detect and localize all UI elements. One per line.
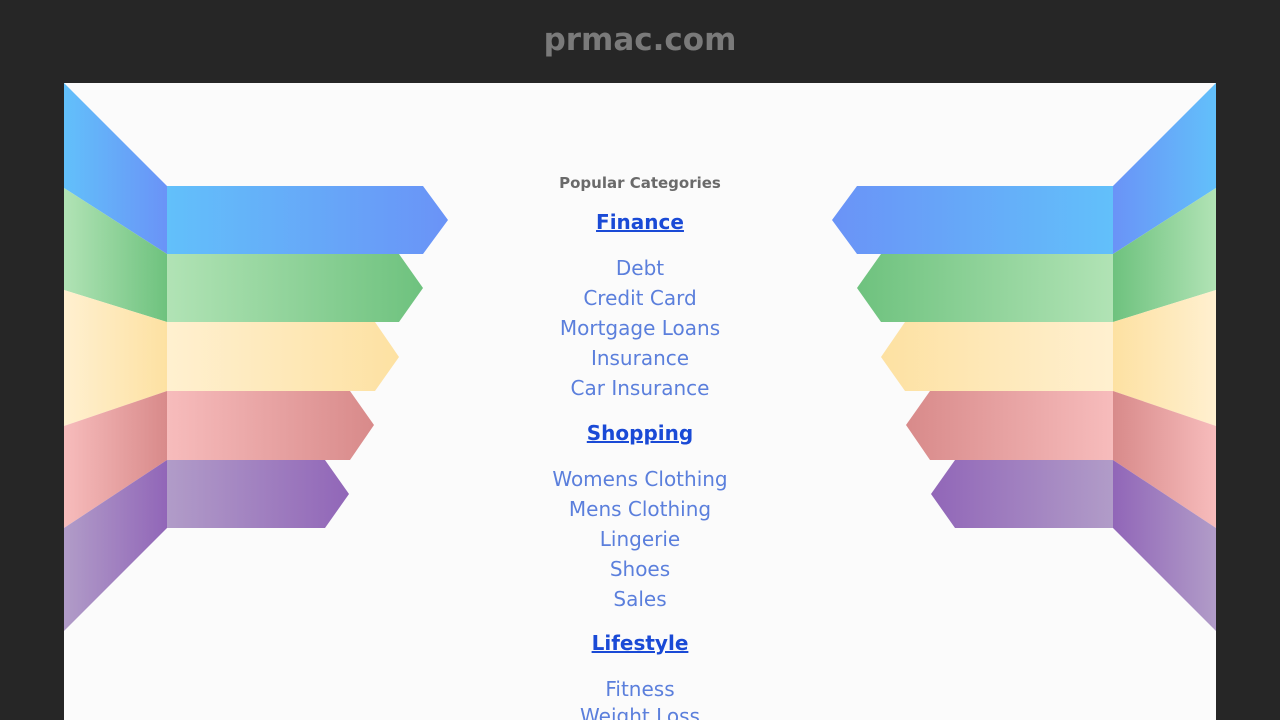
subcategory-credit-card-link[interactable]: Credit Card <box>583 286 696 310</box>
popular-categories-heading: Popular Categories <box>559 174 721 192</box>
category-shopping-link[interactable]: Shopping <box>587 421 693 445</box>
subcategory-row: Debt <box>64 255 1216 283</box>
subcategory-lingerie-link[interactable]: Lingerie <box>600 527 680 551</box>
subcategory-row: Sales <box>64 586 1216 614</box>
category-lifestyle-link[interactable]: Lifestyle <box>592 631 689 655</box>
popular-categories-row: Popular Categories <box>64 173 1216 193</box>
subcategory-row: Fitness <box>64 676 1216 704</box>
subcategory-row: Weight Loss <box>64 703 1216 720</box>
subcategory-shoes-link[interactable]: Shoes <box>610 557 670 581</box>
subcategory-fitness-link[interactable]: Fitness <box>605 677 674 701</box>
subcategory-womens-clothing-link[interactable]: Womens Clothing <box>552 467 727 491</box>
content-panel: Popular Categories Finance Debt Credit C… <box>64 83 1216 720</box>
subcategory-debt-link[interactable]: Debt <box>616 256 664 280</box>
category-finance-link[interactable]: Finance <box>596 210 684 234</box>
subcategory-row: Mens Clothing <box>64 496 1216 524</box>
subcategory-insurance-link[interactable]: Insurance <box>591 346 689 370</box>
subcategory-sales-link[interactable]: Sales <box>613 587 666 611</box>
subcategory-row: Lingerie <box>64 526 1216 554</box>
subcategory-row: Credit Card <box>64 285 1216 313</box>
subcategory-row: Mortgage Loans <box>64 315 1216 343</box>
group-lifestyle-row: Lifestyle <box>64 630 1216 658</box>
subcategory-car-insurance-link[interactable]: Car Insurance <box>571 376 710 400</box>
subcategory-row: Womens Clothing <box>64 466 1216 494</box>
site-title-link[interactable]: prmac.com <box>544 22 737 58</box>
subcategory-mens-clothing-link[interactable]: Mens Clothing <box>569 497 711 521</box>
subcategory-mortgage-loans-link[interactable]: Mortgage Loans <box>560 316 720 340</box>
subcategory-row: Shoes <box>64 556 1216 584</box>
page-header: prmac.com <box>0 0 1280 83</box>
subcategory-row: Car Insurance <box>64 375 1216 403</box>
subcategory-row: Insurance <box>64 345 1216 373</box>
group-shopping-row: Shopping <box>64 420 1216 448</box>
site-title: prmac.com <box>0 18 1280 62</box>
subcategory-weight-loss-link[interactable]: Weight Loss <box>580 704 700 720</box>
category-list: Popular Categories Finance Debt Credit C… <box>64 83 1216 720</box>
group-finance-row: Finance <box>64 209 1216 237</box>
